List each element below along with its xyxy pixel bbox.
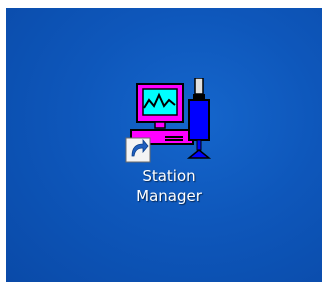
monitor-icon xyxy=(136,83,184,129)
desktop[interactable]: Station Manager xyxy=(6,8,322,282)
station-manager-icon[interactable] xyxy=(125,77,213,164)
station-manager-shortcut[interactable]: Station Manager xyxy=(119,77,219,228)
shortcut-label[interactable]: Station Manager xyxy=(119,166,219,206)
shortcut-arrow-icon xyxy=(125,137,151,163)
probe-device-icon xyxy=(186,77,212,159)
screen-frame: Station Manager xyxy=(0,0,328,285)
